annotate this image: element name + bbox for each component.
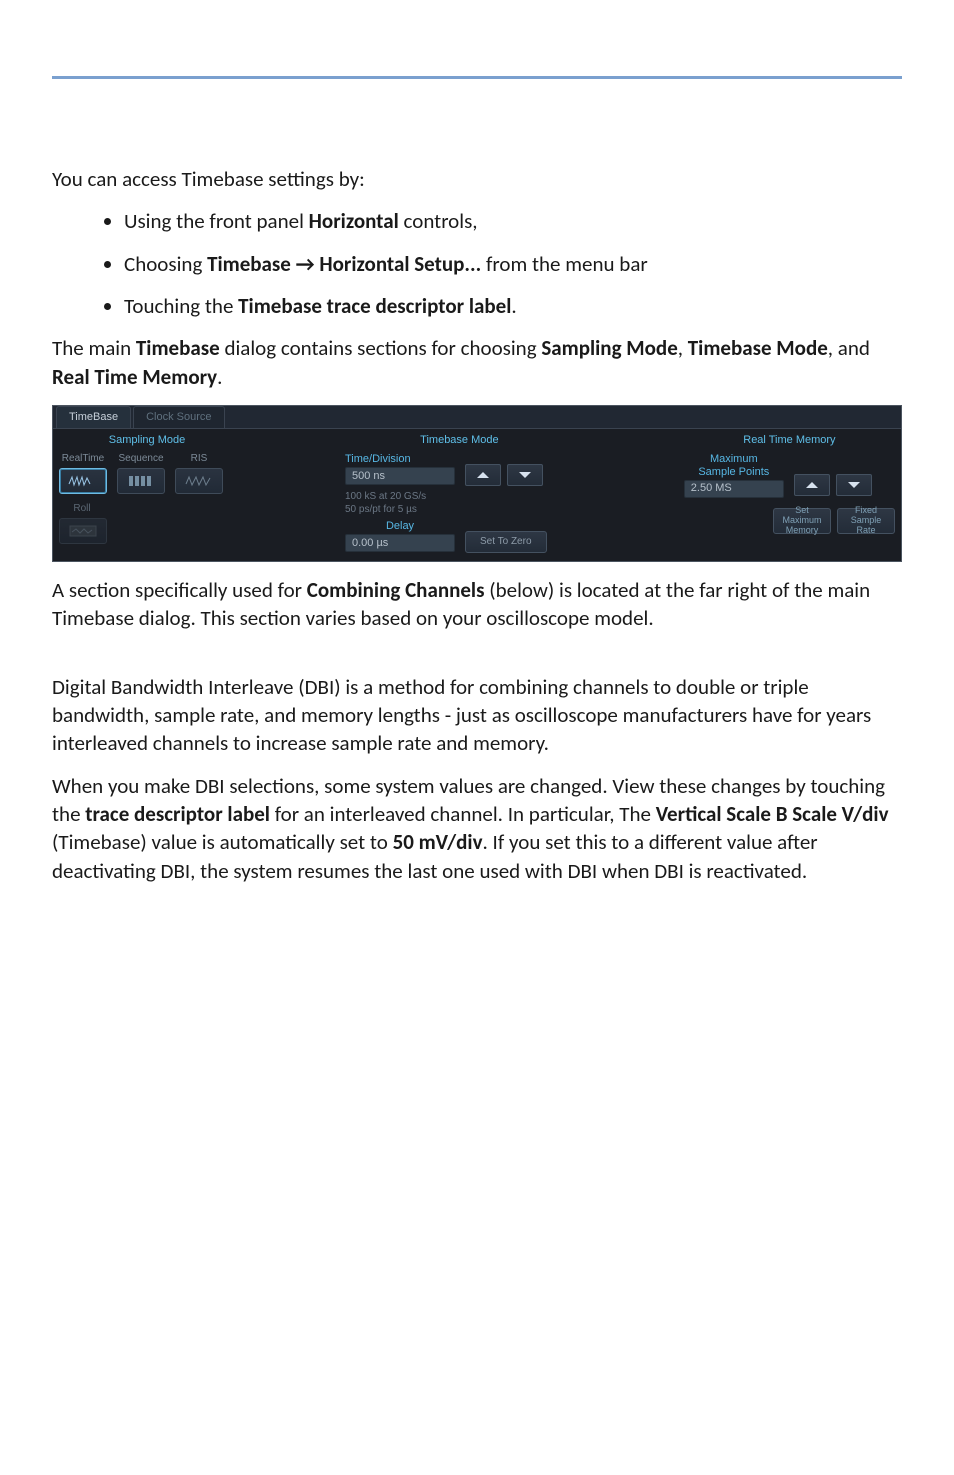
set-maximum-memory-button[interactable]: Set Maximum Memory: [773, 508, 831, 534]
para-dialog: The main Timebase dialog contains sectio…: [52, 334, 902, 391]
p2-b2: Sampling Mode: [541, 335, 677, 361]
intro-line: You can access Timebase settings by:: [52, 165, 902, 193]
triangle-down-icon: [848, 482, 860, 488]
p5-t3: (Timebase) value is automatically set to: [52, 829, 393, 855]
access-bullets: Using the front panel Horizontal control…: [52, 207, 902, 320]
set-max-l3: Memory: [786, 526, 819, 536]
tab-timebase[interactable]: TimeBase: [56, 406, 131, 428]
p2-b3: Timebase Mode: [688, 335, 828, 361]
sequence-button[interactable]: [117, 468, 165, 494]
sampling-mode-title: Sampling Mode: [59, 433, 235, 448]
ris-button[interactable]: [175, 468, 223, 494]
p3-b1: Combining Channels: [307, 577, 485, 603]
tab-clock-source[interactable]: Clock Source: [133, 406, 224, 428]
bullet-2: Choosing Timebase → Horizontal Setup... …: [124, 250, 902, 278]
timebase-dialog-screenshot: TimeBase Clock Source Sampling Mode Real…: [52, 405, 902, 562]
status-line-2: 50 ps/pt for 5 µs: [345, 503, 574, 517]
roll-button[interactable]: [59, 518, 107, 544]
realtime-wave-icon: [68, 474, 98, 488]
roll-icon: [68, 524, 98, 538]
time-division-label: Time/Division: [345, 452, 455, 467]
p2-b4: Real Time Memory: [52, 364, 217, 390]
bullet-1-post: controls,: [399, 208, 478, 234]
sequence-icon: [126, 474, 156, 488]
ris-label: RIS: [191, 452, 208, 466]
status-line-1: 100 kS at 20 GS/s: [345, 490, 574, 504]
bullet-1: Using the front panel Horizontal control…: [124, 207, 902, 235]
triangle-down-icon: [519, 472, 531, 478]
tab-strip: TimeBase Clock Source: [53, 406, 901, 429]
real-time-memory-title: Real Time Memory: [684, 433, 895, 448]
delay-label: Delay: [345, 519, 455, 534]
p2-t4: , and: [828, 335, 870, 361]
bullet-3: Touching the Timebase trace descriptor l…: [124, 292, 902, 320]
triangle-up-icon: [806, 482, 818, 488]
roll-label: Roll: [59, 502, 105, 516]
bullet-3-pre: Touching the: [124, 293, 238, 319]
max-sample-up[interactable]: [794, 474, 830, 496]
ris-wave-icon: [184, 474, 214, 488]
bullet-2-bold: Timebase → Horizontal Setup...: [207, 251, 481, 277]
p5-b2: Vertical Scale B Scale V/div: [656, 801, 889, 827]
max-sample-down[interactable]: [836, 474, 872, 496]
p2-t2: dialog contains sections for choosing: [220, 335, 542, 361]
bullet-2-post: from the menu bar: [481, 251, 647, 277]
timebase-mode-title: Timebase Mode: [345, 433, 574, 448]
para-dbi-intro: Digital Bandwidth Interleave (DBI) is a …: [52, 673, 902, 758]
bullet-2-pre: Choosing: [124, 251, 207, 277]
max-sample-label-2: Sample Points: [684, 465, 784, 480]
time-division-down[interactable]: [507, 464, 543, 486]
realtime-label: RealTime: [62, 452, 104, 466]
time-division-value[interactable]: 500 ns: [345, 467, 455, 485]
fixed-sample-rate-button[interactable]: Fixed Sample Rate: [837, 508, 895, 534]
p2-b1: Timebase: [136, 335, 220, 361]
bullet-3-post: .: [511, 293, 516, 319]
para-dbi-details: When you make DBI selections, some syste…: [52, 772, 902, 885]
p5-t2: for an interleaved channel. In particula…: [270, 801, 656, 827]
realtime-button[interactable]: [59, 468, 107, 494]
bullet-1-bold: Horizontal: [309, 208, 399, 234]
fixed-l3: Rate: [856, 526, 875, 536]
p2-t5: .: [217, 364, 222, 390]
p2-t1: The main: [52, 335, 136, 361]
triangle-up-icon: [477, 472, 489, 478]
max-sample-value[interactable]: 2.50 MS: [684, 480, 784, 498]
header-rule: [52, 76, 902, 79]
time-division-up[interactable]: [465, 464, 501, 486]
bullet-1-pre: Using the front panel: [124, 208, 309, 234]
p3-t1: A section specifically used for: [52, 577, 307, 603]
p5-b3: 50 mV/div: [393, 829, 483, 855]
sequence-label: Sequence: [118, 452, 163, 466]
bullet-3-bold: Timebase trace descriptor label: [238, 293, 511, 319]
delay-value[interactable]: 0.00 µs: [345, 534, 455, 552]
p2-t3: ,: [678, 335, 688, 361]
p5-b1: trace descriptor label: [85, 801, 270, 827]
para-combining-channels: A section specifically used for Combinin…: [52, 576, 902, 633]
set-to-zero-button[interactable]: Set To Zero: [465, 531, 547, 553]
